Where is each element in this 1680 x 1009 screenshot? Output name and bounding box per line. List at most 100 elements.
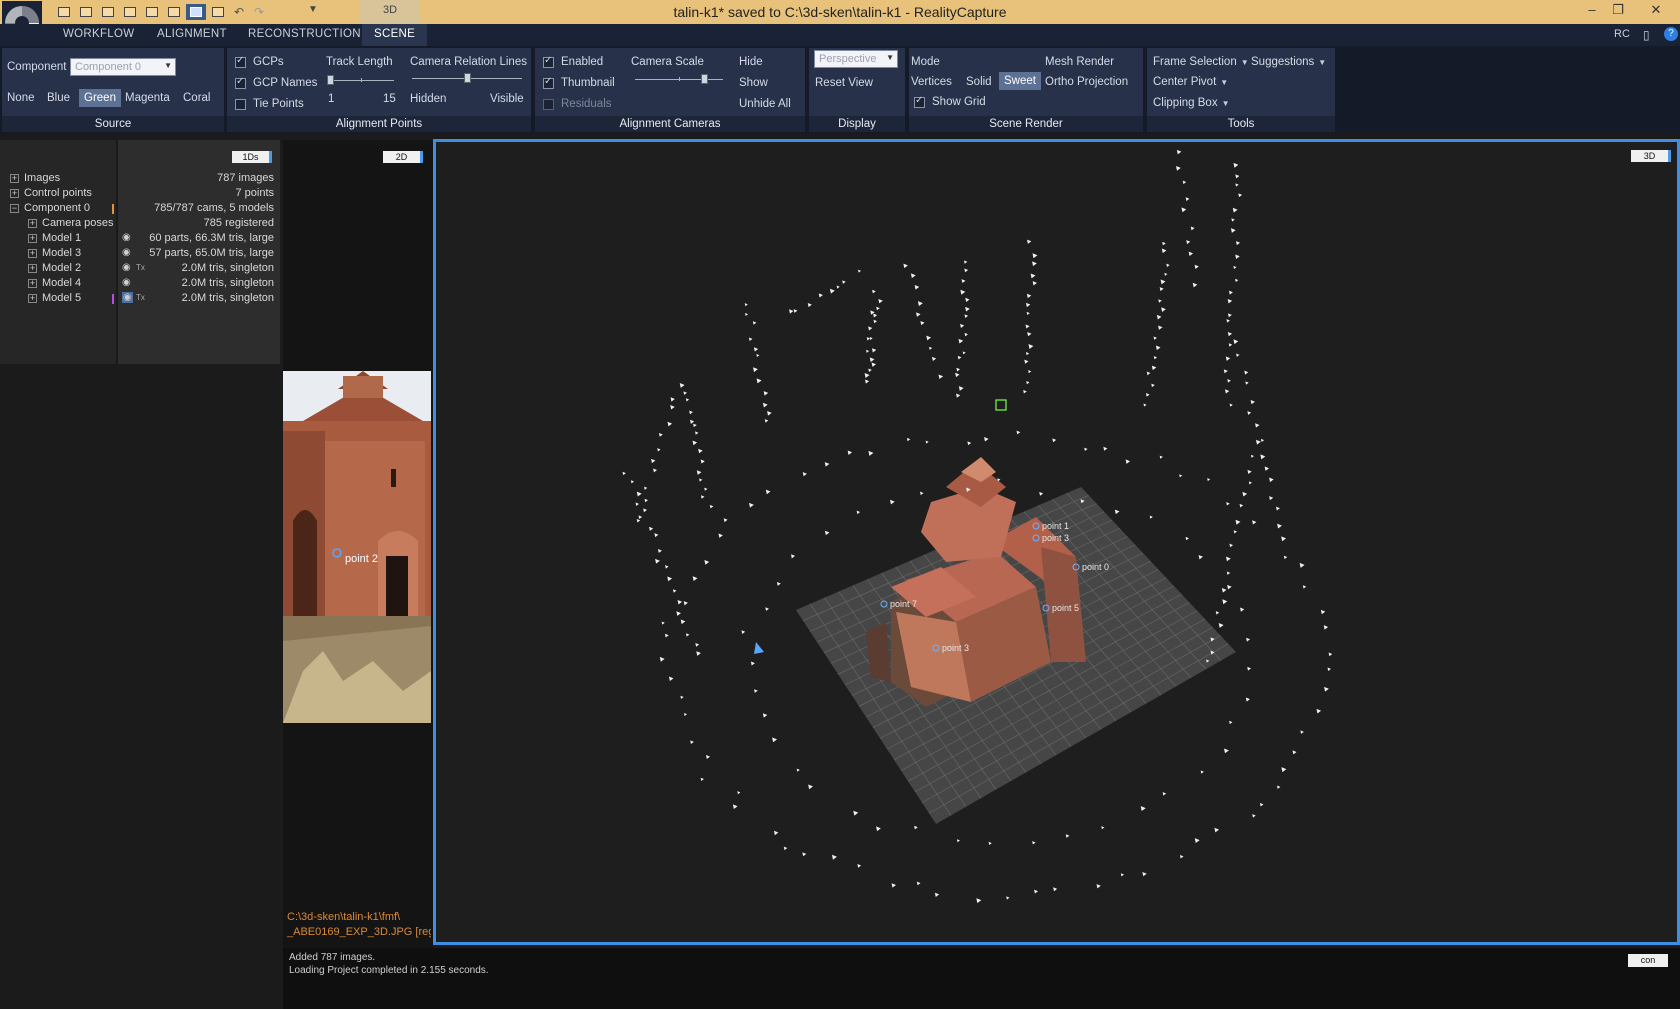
solid-button[interactable]: Solid (966, 76, 992, 88)
camera-marker[interactable] (696, 651, 701, 656)
rc-label[interactable]: RC (1614, 28, 1630, 40)
camera-marker[interactable] (676, 611, 681, 616)
camera-marker[interactable] (1194, 264, 1199, 269)
tree-row[interactable]: + Model 3 ◉ 57 parts, 65.0M tris, large (0, 247, 280, 261)
camera-marker[interactable] (1226, 319, 1230, 323)
camera-marker[interactable] (920, 320, 925, 326)
camera-marker[interactable] (654, 533, 659, 538)
camera-marker[interactable] (1190, 226, 1195, 231)
camera-marker[interactable] (783, 846, 788, 851)
viewport-3d[interactable]: point 1 point 3 point 0 point 7 point 5 point… (433, 139, 1680, 945)
camera-marker[interactable] (1192, 282, 1198, 288)
camera-marker[interactable] (685, 398, 690, 402)
expand-icon[interactable]: + (28, 264, 37, 273)
camera-marker[interactable] (661, 621, 665, 625)
show-button[interactable]: Show (739, 77, 768, 89)
camera-marker[interactable] (1161, 248, 1167, 254)
camera-marker[interactable] (960, 323, 965, 329)
camera-marker[interactable] (1162, 241, 1166, 246)
camera-marker[interactable] (680, 619, 686, 625)
camera-marker[interactable] (1153, 336, 1157, 340)
camera-marker[interactable] (762, 402, 768, 408)
expand-icon[interactable]: + (28, 294, 37, 303)
camera-marker[interactable] (732, 804, 738, 810)
camera-marker[interactable] (683, 391, 687, 395)
camera-marker[interactable] (1235, 241, 1241, 246)
image-2d-panel[interactable]: 2D point 2 C:\3d-sken\talin-k1\fmf\ _ABE… (283, 140, 433, 948)
camera-marker[interactable] (1025, 324, 1030, 329)
camera-marker[interactable] (824, 462, 830, 467)
color-magenta-button[interactable]: Magenta (125, 92, 170, 104)
ortho-projection-button[interactable]: Ortho Projection (1045, 76, 1128, 88)
camera-marker[interactable] (1226, 556, 1231, 562)
tree-row[interactable]: − Component 0 785/787 cams, 5 models (0, 202, 280, 216)
camera-marker[interactable] (1084, 447, 1088, 451)
camera-marker[interactable] (1125, 459, 1131, 464)
collapse-icon[interactable]: − (10, 204, 19, 213)
hide-button[interactable]: Hide (739, 56, 763, 68)
camera-marker[interactable] (829, 288, 835, 294)
camera-marker[interactable] (1245, 381, 1249, 385)
camera-marker[interactable] (1032, 841, 1036, 845)
camera-marker[interactable] (643, 508, 648, 513)
camera-marker[interactable] (976, 898, 982, 904)
camera-marker[interactable] (1218, 622, 1224, 628)
camera-marker[interactable] (737, 791, 741, 795)
camera-marker[interactable] (1156, 314, 1162, 320)
camera-marker[interactable] (1235, 254, 1240, 259)
camera-marker[interactable] (635, 502, 639, 506)
camera-marker[interactable] (1245, 697, 1250, 702)
camera-marker[interactable] (876, 826, 881, 832)
camera-marker[interactable] (1143, 403, 1147, 407)
camera-marker[interactable] (622, 471, 626, 476)
camera-marker[interactable] (956, 393, 961, 398)
camera-marker[interactable] (677, 600, 683, 605)
camera-marker[interactable] (700, 459, 705, 464)
camera-marker[interactable] (1283, 555, 1288, 560)
tree-row[interactable]: + Model 1 ◉ 60 parts, 66.3M tris, large (0, 232, 280, 246)
camera-marker[interactable] (793, 309, 798, 313)
camera-marker[interactable] (1281, 536, 1287, 542)
camera-marker[interactable] (1239, 503, 1244, 508)
camera-marker[interactable] (1146, 371, 1151, 376)
camera-marker[interactable] (938, 374, 944, 380)
camera-marker[interactable] (965, 306, 970, 312)
camera-marker[interactable] (1292, 750, 1297, 755)
camera-marker[interactable] (1235, 519, 1241, 525)
camera-marker[interactable] (1160, 279, 1166, 285)
camera-marker[interactable] (1145, 393, 1150, 397)
camera-marker[interactable] (831, 854, 837, 860)
tree-row[interactable]: + Model 5 ◉ Tx 2.0M tris, singleton (0, 292, 280, 306)
tree-view-badge[interactable]: 1Ds (232, 151, 272, 163)
camera-marker[interactable] (1200, 770, 1204, 774)
camera-marker[interactable] (1096, 884, 1101, 889)
camera-marker[interactable] (1228, 290, 1233, 295)
viewport-3d-badge[interactable]: 3D (1631, 150, 1671, 162)
camera-marker[interactable] (903, 263, 908, 269)
camera-marker[interactable] (700, 495, 705, 499)
camera-marker[interactable] (1238, 193, 1243, 198)
camera-marker[interactable] (670, 397, 675, 402)
tab-scene[interactable]: SCENE (362, 24, 428, 46)
camera-marker[interactable] (1250, 399, 1255, 405)
camera-marker[interactable] (1235, 183, 1239, 187)
camera-marker[interactable] (1158, 299, 1162, 303)
camera-marker[interactable] (1227, 313, 1232, 318)
camera-marker[interactable] (807, 303, 812, 308)
camera-marker[interactable] (1227, 379, 1231, 383)
camera-marker[interactable] (1179, 474, 1183, 478)
camera-marker[interactable] (868, 326, 873, 331)
camera-marker[interactable] (878, 298, 883, 304)
camera-marker[interactable] (1161, 307, 1166, 312)
camera-marker[interactable] (695, 642, 700, 647)
camera-marker[interactable] (1016, 430, 1021, 435)
tree-row[interactable]: + Model 2 ◉ Tx 2.0M tris, singleton (0, 262, 280, 276)
camera-marker[interactable] (1151, 383, 1155, 388)
document-icon[interactable]: ▯ (1643, 28, 1650, 42)
camera-marker[interactable] (1229, 720, 1233, 725)
camera-marker[interactable] (1207, 478, 1211, 482)
color-green-button[interactable]: Green (79, 89, 121, 107)
camera-marker[interactable] (869, 336, 873, 341)
camera-marker[interactable] (764, 419, 769, 423)
camera-marker[interactable] (1185, 197, 1190, 202)
